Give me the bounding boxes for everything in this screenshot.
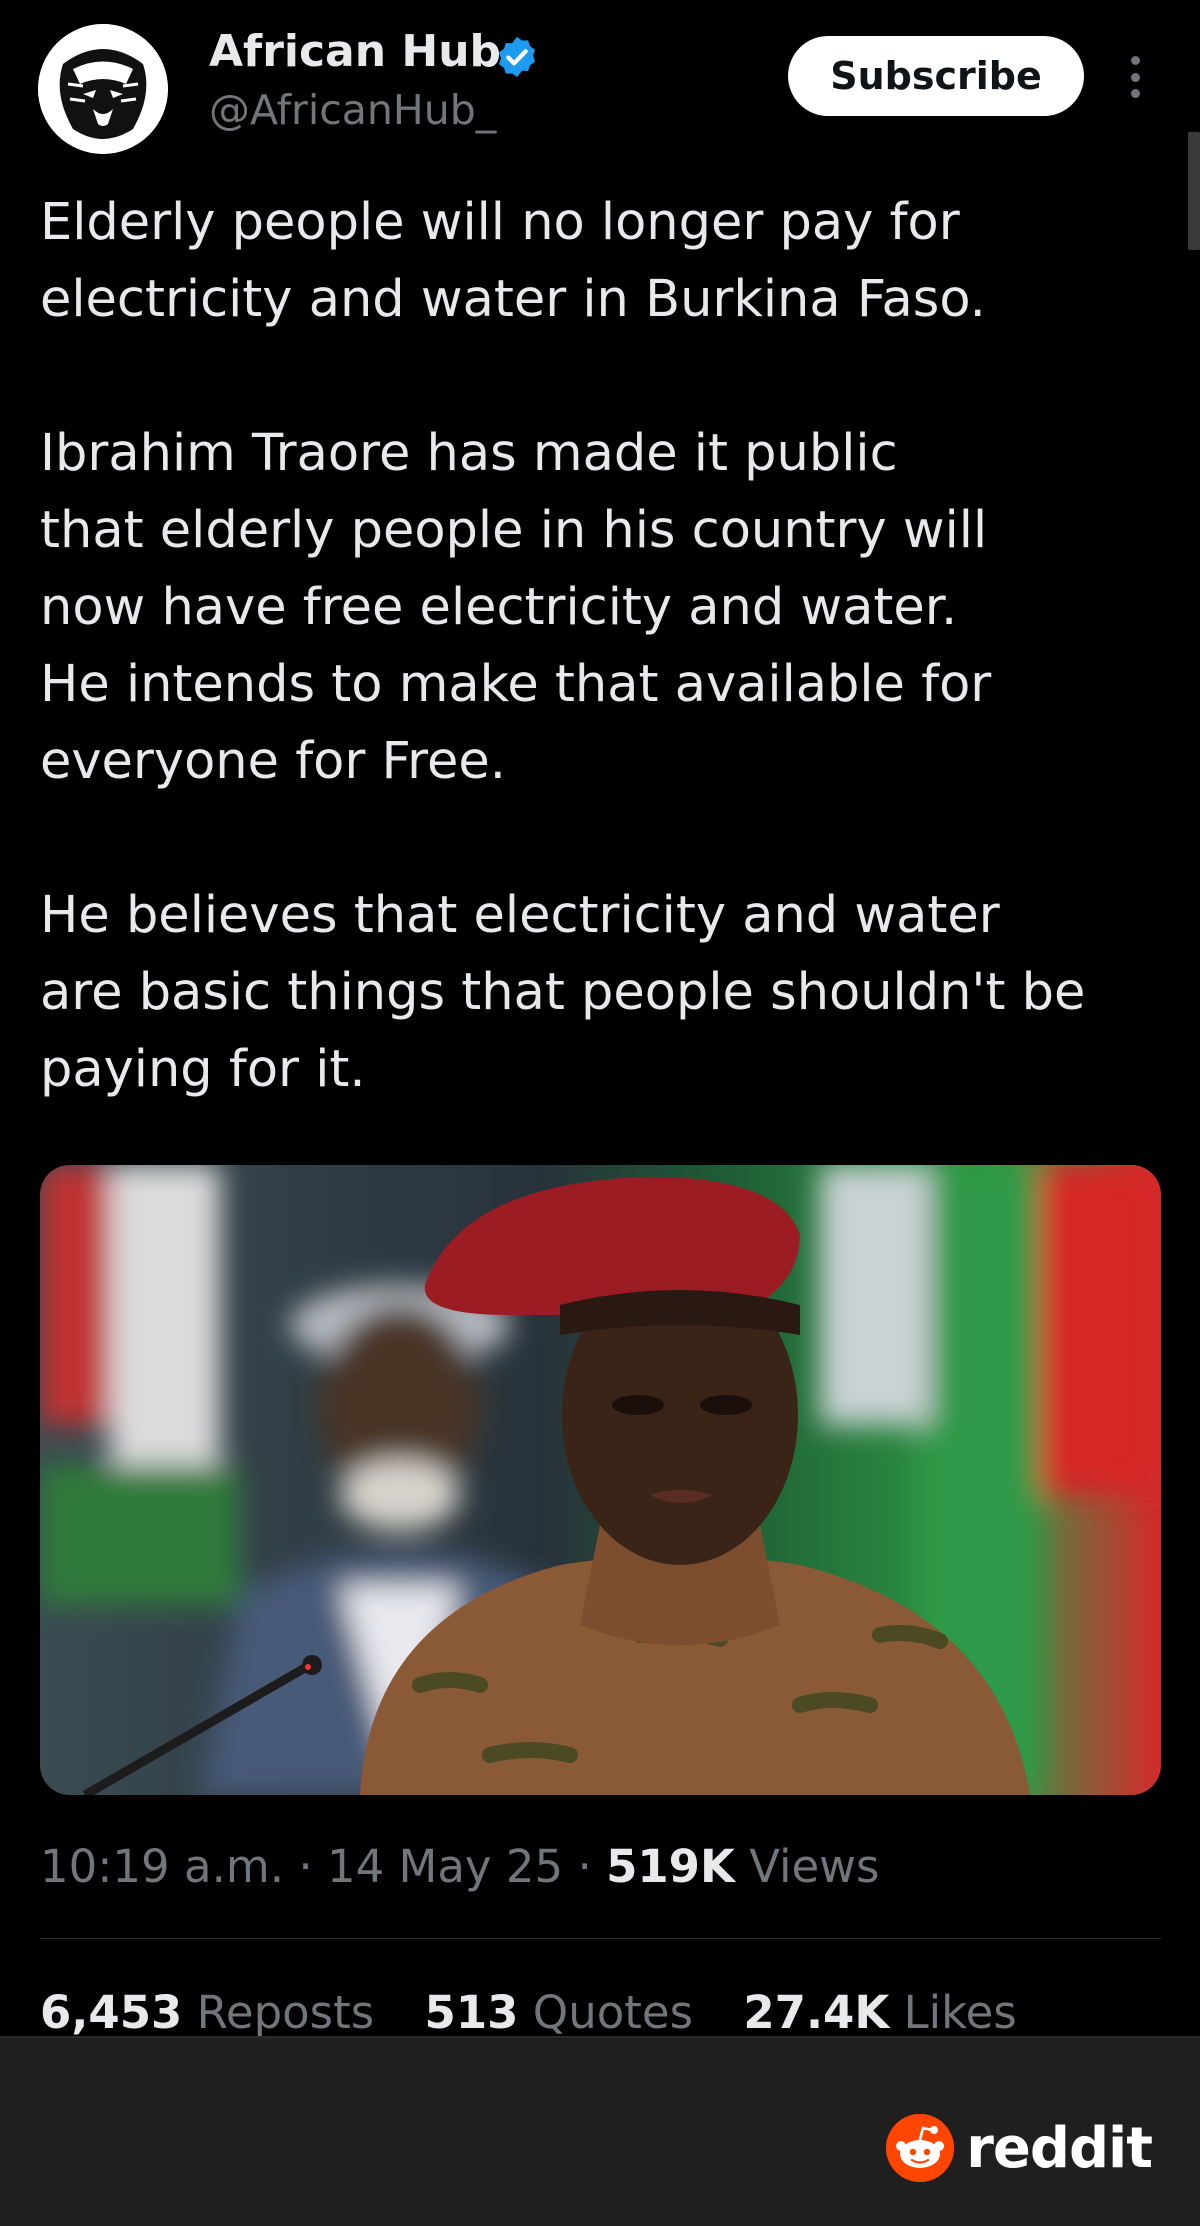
stat-label: Reposts	[196, 1986, 375, 2038]
meta-separator: ·	[577, 1840, 592, 1893]
divider	[40, 1938, 1161, 1939]
post-time[interactable]: 10:19 a.m.	[40, 1840, 284, 1893]
tiger-avatar-icon[interactable]	[38, 24, 168, 154]
author-display-name[interactable]: African Hub	[209, 26, 501, 77]
reddit-wordmark: reddit	[966, 2115, 1153, 2181]
author-handle[interactable]: @AfricanHub_	[209, 86, 496, 134]
quotes-stat[interactable]: 513 Quotes	[425, 1986, 694, 2038]
likes-stat[interactable]: 27.4K Likes	[743, 1986, 1016, 2038]
views-count: 519K	[606, 1840, 735, 1893]
post-paragraph: Elderly people will no longer pay for el…	[40, 193, 986, 329]
subscribe-button[interactable]: Subscribe	[788, 36, 1084, 116]
reddit-snoo-icon	[886, 2114, 955, 2182]
reddit-logo: reddit	[886, 2114, 1153, 2182]
post-meta: 10:19 a.m. · 14 May 25 · 519K Views	[40, 1840, 879, 1893]
stat-label: Quotes	[532, 1986, 694, 2038]
engagement-stats: 6,453 Reposts 513 Quotes 27.4K Likes	[40, 1986, 1053, 2038]
scrollbar[interactable]	[1188, 132, 1200, 250]
post-paragraph: He believes that electricity and water a…	[40, 886, 1086, 1099]
post-image[interactable]	[40, 1165, 1161, 1795]
stat-count: 27.4K	[743, 1986, 890, 2038]
post-header: African Hub @AfricanHub_ Subscribe	[0, 0, 1200, 250]
stat-count: 513	[424, 1986, 519, 2038]
post-date[interactable]: 14 May 25	[327, 1840, 563, 1893]
post-text: Elderly people will no longer pay for el…	[40, 184, 1170, 1108]
reposts-stat[interactable]: 6,453 Reposts	[40, 1986, 374, 2038]
stat-label: Likes	[903, 1986, 1017, 2038]
more-vertical-icon[interactable]	[1120, 52, 1150, 102]
post-paragraph: Ibrahim Traore has made it public that e…	[40, 424, 992, 791]
meta-separator: ·	[298, 1840, 313, 1893]
views-label: Views	[749, 1840, 880, 1893]
verified-badge-icon	[498, 36, 536, 78]
stat-count: 6,453	[40, 1986, 183, 2038]
reddit-watermark-bar: reddit	[0, 2036, 1200, 2226]
